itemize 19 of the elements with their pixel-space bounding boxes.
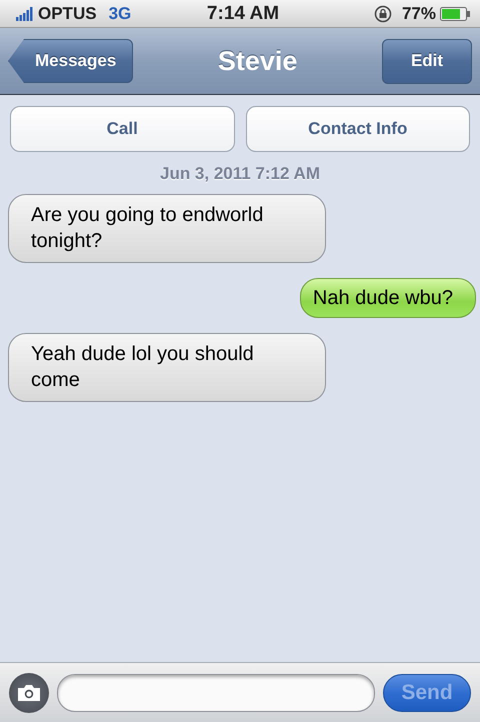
battery-percent: 77%	[402, 4, 436, 24]
rotation-lock-icon	[374, 4, 392, 22]
carrier-name: OPTUS	[38, 4, 97, 24]
back-button[interactable]: Messages	[8, 39, 134, 83]
camera-icon	[17, 684, 41, 702]
signal-icon	[16, 6, 34, 20]
action-button[interactable]: Contact Info	[246, 106, 470, 152]
message-timestamp: Jun 3, 2011 7:12 AM	[160, 164, 320, 184]
network-type: 3G	[108, 4, 132, 24]
message-input-field[interactable]	[57, 674, 375, 712]
action-button[interactable]: Call	[10, 106, 234, 152]
received-message-bubble: Yeah dude lol you should come	[8, 333, 326, 402]
contact-name: Stevie	[218, 46, 298, 76]
sent-message-bubble: Nah dude wbu?	[300, 278, 476, 318]
camera-button[interactable]	[9, 672, 49, 712]
battery-icon	[440, 6, 470, 20]
edit-button[interactable]: Edit	[382, 38, 472, 84]
received-message-bubble: Are you going to endworld tonight?	[8, 194, 326, 263]
clock-time: 7:14 AM	[206, 2, 280, 24]
